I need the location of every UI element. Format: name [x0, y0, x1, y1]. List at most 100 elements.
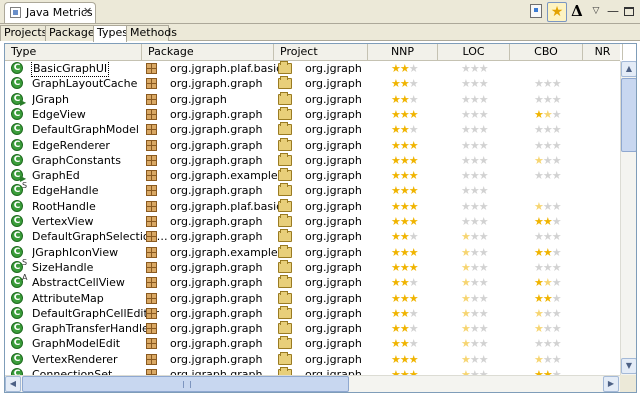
star-icon: ★ [551, 169, 562, 183]
table-row[interactable]: C GraphModelEdit org.jgraph.graph org.jgrap… [5, 336, 620, 351]
tab-types[interactable]: Types [93, 25, 128, 42]
scroll-down-button[interactable]: ▼ [621, 358, 636, 374]
package-name: org.jgraph.graph [170, 291, 263, 305]
horizontal-scrollbar[interactable]: ◀ ▶ [5, 375, 620, 392]
star-icon: ★ [408, 215, 419, 228]
column-header-type[interactable]: Type [5, 44, 142, 60]
project-folder-icon [278, 137, 292, 151]
loc-rating: ★★★ [461, 229, 489, 244]
cbo-rating: ★★★ [534, 291, 562, 306]
table-row[interactable]: C BasicGraphUI org.jgraph.plaf.basic org.jg… [5, 61, 620, 77]
vertical-scrollbar[interactable]: ▲ ▼ [620, 61, 636, 375]
loc-rating: ★★★ [461, 245, 489, 260]
view-menu-button[interactable]: ▽ [590, 2, 602, 22]
package-icon [146, 216, 157, 227]
star-icon: ★ [408, 306, 419, 320]
star-icon: ★ [408, 368, 419, 375]
table-row[interactable]: C GraphConstants org.jgraph.graph org.jgrap… [5, 152, 620, 168]
minimize-button[interactable]: — [606, 2, 620, 22]
star-icon: ★ [469, 260, 480, 274]
class-icon: C [11, 337, 23, 350]
star-icon: ★ [534, 322, 544, 336]
cbo-rating: ★★★ [534, 245, 562, 260]
star-icon: ★ [399, 77, 410, 91]
column-header-package[interactable]: Package [142, 44, 274, 60]
tab-projects[interactable]: Projects [0, 25, 47, 41]
table-row[interactable]: C DefaultGraphCellEditor org.jgraph.graph o… [5, 305, 620, 321]
delta-button[interactable]: Δ [568, 2, 586, 22]
scroll-up-button[interactable]: ▲ [621, 61, 636, 77]
view-tab-java-metrics[interactable]: Java Metrics ✕ [4, 2, 96, 23]
star-icon: ★ [469, 153, 480, 167]
project-name: org.jgraph [305, 123, 362, 137]
table-row[interactable]: C VertexRenderer org.jgraph.graph org.jgrap… [5, 351, 620, 367]
star-icon: ★ [551, 276, 562, 290]
nnp-rating: ★★★ [391, 107, 419, 122]
table-row[interactable]: C EdgeRenderer org.jgraph.graph org.jgraph ★… [5, 137, 620, 153]
star-icon: ★ [391, 368, 401, 375]
table-row[interactable]: C JGraphIconView org.jgraph.example org.jgr… [5, 244, 620, 260]
package-name: org.jgraph.graph [170, 276, 263, 290]
column-header-loc[interactable]: LOC [438, 44, 510, 60]
star-icon: ★ [534, 260, 544, 274]
project-folder-icon [278, 122, 292, 136]
star-icon: ★ [391, 245, 401, 259]
project-folder-icon [278, 244, 292, 258]
type-name: GraphLayoutCache [32, 77, 138, 91]
types-table: Type Package Project NNP LOC CBO NR C BasicGrap… [4, 43, 637, 393]
star-icon: ★ [551, 245, 562, 259]
package-name: org.jgraph.graph [170, 230, 263, 244]
star-toggle-button[interactable]: ★ [547, 2, 567, 22]
star-icon: ★ [534, 153, 544, 167]
loc-rating: ★★★ [461, 61, 489, 76]
horizontal-scroll-thumb[interactable] [22, 376, 349, 392]
table-row[interactable]: C ▶ JGraph org.jgraph org.jgraph ★★★ ★★★ ★★★ [5, 91, 620, 107]
table-row[interactable]: C ▶ GraphEd org.jgraph.example org.jgraph ★★★… [5, 168, 620, 183]
table-row[interactable]: C S EdgeHandle org.jgraph.graph org.jgraph ★★… [5, 181, 620, 198]
type-name: EdgeHandle [32, 184, 99, 198]
close-icon[interactable]: ✕ [83, 5, 92, 18]
scroll-right-button[interactable]: ▶ [603, 376, 619, 392]
vertical-scroll-thumb[interactable] [621, 78, 636, 152]
table-row[interactable]: C DefaultGraphSelection… org.jgraph.graph o… [5, 229, 620, 244]
metrics-view-icon [10, 7, 21, 18]
table-row[interactable]: C ConnectionSet org.jgraph.graph org.jgraph… [5, 367, 620, 375]
star-icon: ★ [461, 138, 471, 152]
loc-rating: ★★★ [461, 76, 489, 91]
column-header-cbo[interactable]: CBO [510, 44, 583, 60]
column-header-nnp[interactable]: NNP [368, 44, 438, 60]
star-icon: ★ [399, 245, 410, 259]
table-row[interactable]: C RootHandle org.jgraph.plaf.basic org.jgra… [5, 198, 620, 214]
star-icon: ★ [469, 368, 480, 375]
table-row[interactable]: C GraphLayoutCache org.jgraph.graph org.jgr… [5, 76, 620, 91]
table-row[interactable]: C GraphTransferHandler org.jgraph.graph org… [5, 321, 620, 336]
table-row[interactable]: C VertexView org.jgraph.graph org.jgraph ★★★… [5, 214, 620, 229]
table-row[interactable]: C S SizeHandle org.jgraph.graph org.jgraph ★★… [5, 258, 620, 275]
loc-rating: ★★★ [461, 352, 489, 367]
project-name: org.jgraph [305, 306, 362, 320]
project-name: org.jgraph [305, 337, 362, 351]
tab-packages[interactable]: Packages [45, 25, 100, 41]
project-folder-icon [278, 336, 292, 350]
star-icon: ★ [551, 215, 562, 228]
scroll-left-button[interactable]: ◀ [5, 376, 21, 392]
clipboard-button[interactable] [527, 2, 545, 22]
package-icon [146, 108, 157, 120]
star-icon: ★ [542, 107, 553, 121]
column-header-project[interactable]: Project [274, 44, 368, 60]
tab-methods[interactable]: Methods [126, 25, 177, 41]
column-header-nr[interactable]: NR [583, 44, 623, 60]
star-icon: ★ [408, 169, 419, 183]
maximize-button[interactable] [622, 2, 636, 22]
star-icon: ★ [551, 306, 562, 320]
project-folder-icon [278, 76, 292, 90]
package-name: org.jgraph.graph [170, 306, 263, 320]
table-row[interactable]: C A AbstractCellView org.jgraph.graph org.jg… [5, 273, 620, 290]
cbo-rating: ★★★ [534, 92, 562, 107]
table-row[interactable]: C EdgeView org.jgraph.graph org.jgraph ★★★ ★★… [5, 106, 620, 122]
star-icon: ★ [391, 260, 401, 274]
table-row[interactable]: C DefaultGraphModel org.jgraph.graph org.jg… [5, 122, 620, 137]
table-row[interactable]: C AttributeMap org.jgraph.graph org.jgraph ★… [5, 290, 620, 306]
nnp-rating: ★★★ [391, 245, 419, 260]
loc-rating: ★★★ [461, 138, 489, 153]
